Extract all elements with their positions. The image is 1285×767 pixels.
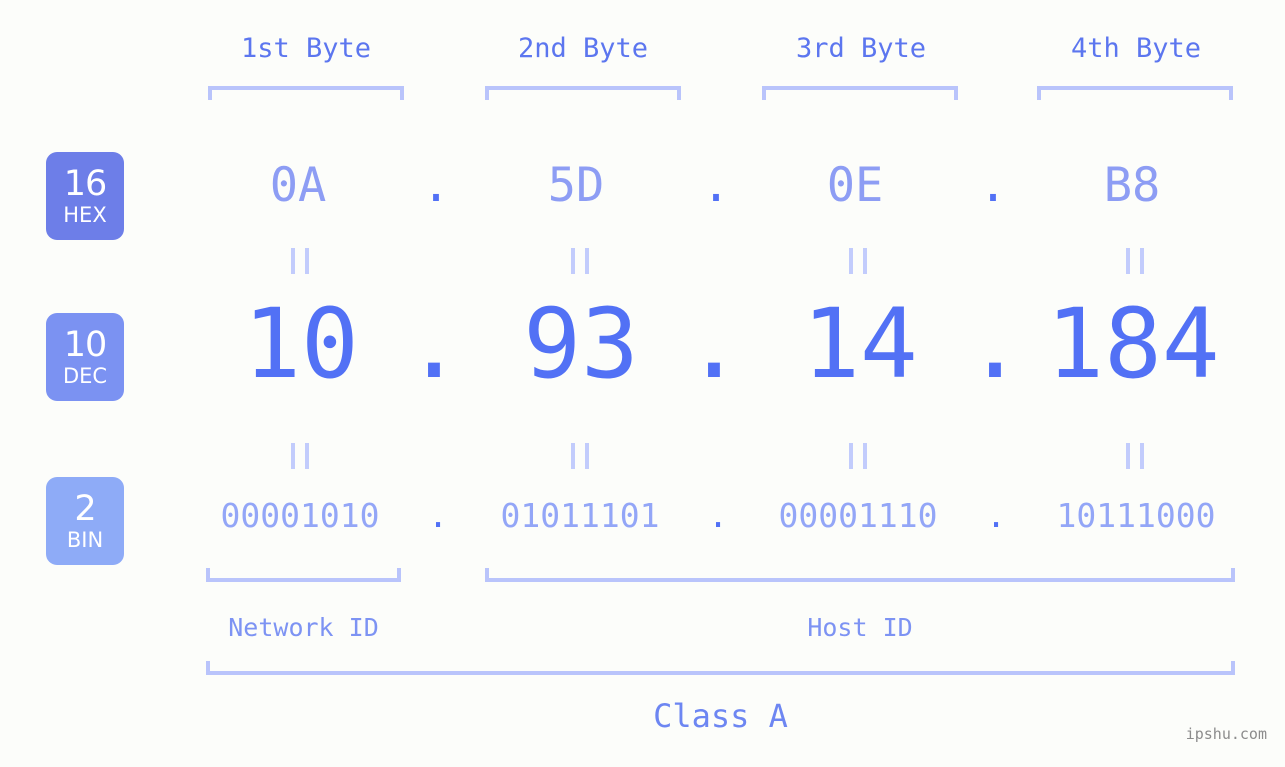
hex-octet-3: 0E (826, 158, 884, 213)
byte-header-4: 4th Byte (1070, 33, 1202, 64)
class-label: Class A (653, 697, 788, 735)
hex-separator-3: . (978, 158, 1008, 213)
hex-octet-1: 0A (269, 158, 327, 213)
base-badge-hex: 16 HEX (46, 152, 124, 240)
base-badge-dec-label: DEC (62, 363, 108, 388)
bin-octet-1: 00001010 (220, 496, 380, 535)
dec-separator-1: . (405, 288, 463, 400)
byte-bracket-3 (762, 86, 958, 100)
network-id-bracket (206, 568, 401, 582)
dec-octet-1: 10 (243, 288, 359, 400)
watermark: ipshu.com (1185, 725, 1267, 743)
bin-octet-3: 00001110 (778, 496, 938, 535)
dec-octet-3: 14 (802, 288, 918, 400)
dec-separator-3: . (966, 288, 1024, 400)
hex-separator-2: . (701, 158, 731, 213)
bin-octet-4: 10111000 (1056, 496, 1216, 535)
equals-mark-dec-bin-1 (291, 443, 309, 469)
base-badge-hex-label: HEX (63, 202, 107, 227)
equals-mark-hex-dec-4 (1126, 248, 1144, 274)
byte-header-3: 3rd Byte (795, 33, 927, 64)
base-badge-bin-label: BIN (66, 527, 104, 552)
hex-separator-1: . (421, 158, 451, 213)
base-badge-dec: 10 DEC (46, 313, 124, 401)
bin-octet-2: 01011101 (500, 496, 660, 535)
hex-octet-2: 5D (547, 158, 605, 213)
class-bracket (206, 661, 1235, 675)
host-id-bracket (485, 568, 1235, 582)
equals-mark-hex-dec-2 (571, 248, 589, 274)
byte-bracket-4 (1037, 86, 1233, 100)
equals-mark-dec-bin-2 (571, 443, 589, 469)
base-badge-bin-number: 2 (74, 488, 96, 529)
byte-bracket-2 (485, 86, 681, 100)
dec-separator-2: . (685, 288, 743, 400)
base-badge-dec-number: 10 (63, 324, 108, 365)
base-badge-bin: 2 BIN (46, 477, 124, 565)
equals-mark-hex-dec-1 (291, 248, 309, 274)
byte-header-2: 2nd Byte (517, 33, 649, 64)
byte-header-1: 1st Byte (240, 33, 372, 64)
hex-octet-4: B8 (1103, 158, 1161, 213)
bin-separator-2: . (708, 496, 728, 535)
network-id-label: Network ID (228, 613, 379, 642)
bin-separator-1: . (428, 496, 448, 535)
host-id-label: Host ID (807, 613, 913, 642)
ip-breakdown-diagram: 1st Byte 2nd Byte 3rd Byte 4th Byte 16 H… (0, 0, 1285, 767)
equals-mark-dec-bin-3 (849, 443, 867, 469)
bin-separator-3: . (986, 496, 1006, 535)
dec-octet-4: 184 (1046, 288, 1220, 400)
byte-bracket-1 (208, 86, 404, 100)
equals-mark-hex-dec-3 (849, 248, 867, 274)
base-badge-hex-number: 16 (63, 163, 108, 204)
equals-mark-dec-bin-4 (1126, 443, 1144, 469)
dec-octet-2: 93 (523, 288, 639, 400)
